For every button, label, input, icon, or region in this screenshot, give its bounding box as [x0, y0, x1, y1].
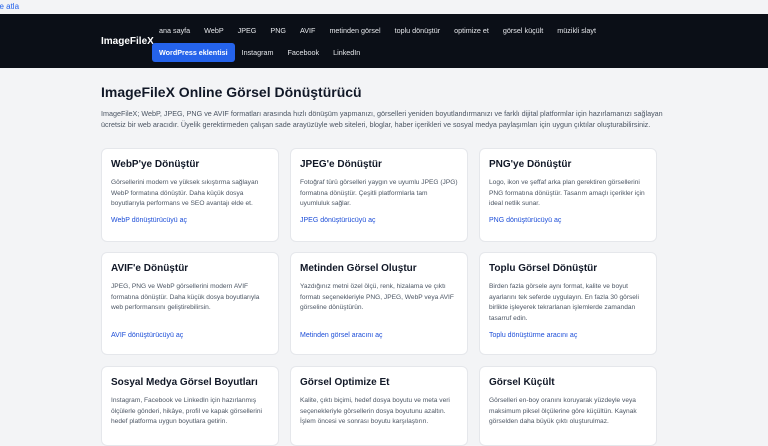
- nav-music-slideshow[interactable]: müzikli slayt: [550, 22, 603, 39]
- card-png: PNG'ye Dönüştür Logo, ikon ve şeffaf ark…: [479, 148, 657, 242]
- card-desc: Logo, ikon ve şeffaf arka plan gerektire…: [489, 179, 645, 208]
- nav-avif[interactable]: AVIF: [293, 22, 322, 39]
- card-title: Sosyal Medya Görsel Boyutları: [111, 377, 258, 388]
- card-social-sizes: Sosyal Medya Görsel Boyutları Instagram,…: [101, 366, 279, 446]
- card-text-to-image: Metinden Görsel Oluştur Yazdığınız metni…: [290, 252, 468, 355]
- card-desc: Birden fazla görsele aynı format, kalite…: [489, 283, 639, 322]
- nav-resize[interactable]: görsel küçült: [496, 22, 550, 39]
- card-batch-convert: Toplu Görsel Dönüştür Birden fazla görse…: [479, 252, 657, 355]
- card-link-avif[interactable]: AVIF dönüştürücüyü aç: [111, 332, 183, 339]
- card-title: PNG'ye Dönüştür: [489, 159, 572, 170]
- card-title: JPEG'e Dönüştür: [300, 159, 382, 170]
- card-jpeg: JPEG'e Dönüştür Fotoğraf türü görselleri…: [290, 148, 468, 242]
- secondary-nav: WordPress eklentisi Instagram Facebook L…: [152, 43, 367, 62]
- card-desc: Yazdığınız metni özel ölçü, renk, hizala…: [300, 283, 454, 312]
- nav-wordpress-plugin[interactable]: WordPress eklentisi: [152, 43, 235, 62]
- nav-facebook[interactable]: Facebook: [281, 44, 327, 61]
- nav-batch-convert[interactable]: toplu dönüştür: [388, 22, 448, 39]
- nav-home[interactable]: ana sayfa: [152, 22, 197, 39]
- card-desc: Fotoğraf türü görselleri yaygın ve uyuml…: [300, 179, 458, 208]
- card-webp: WebP'ye Dönüştür Görsellerini modern ve …: [101, 148, 279, 242]
- intro-text: ImageFileX; WebP, JPEG, PNG ve AVIF form…: [101, 109, 663, 129]
- brand-logo[interactable]: ImageFileX: [101, 36, 154, 47]
- card-title: WebP'ye Dönüştür: [111, 159, 200, 170]
- card-title: Görsel Optimize Et: [300, 377, 390, 388]
- card-title: Görsel Küçült: [489, 377, 555, 388]
- card-optimize: Görsel Optimize Et Kalite, çıktı biçimi,…: [290, 366, 468, 446]
- nav-linkedin[interactable]: LinkedIn: [326, 44, 367, 61]
- nav-instagram[interactable]: Instagram: [235, 44, 281, 61]
- skip-link[interactable]: ge atla: [0, 2, 19, 11]
- card-title: Metinden Görsel Oluştur: [300, 263, 417, 274]
- nav-png[interactable]: PNG: [263, 22, 293, 39]
- card-resize: Görsel Küçült Görselleri en-boy oranını …: [479, 366, 657, 446]
- nav-text-to-image[interactable]: metinden görsel: [322, 22, 387, 39]
- card-avif: AVIF'e Dönüştür JPEG, PNG ve WebP görsel…: [101, 252, 279, 355]
- nav-optimize[interactable]: optimize et: [447, 22, 496, 39]
- card-desc: Görsellerini modern ve yüksek sıkıştırma…: [111, 179, 259, 208]
- site-header: ImageFileX ana sayfa WebP JPEG PNG AVIF …: [0, 14, 768, 68]
- nav-webp[interactable]: WebP: [197, 22, 230, 39]
- card-link-webp[interactable]: WebP dönüştürücüyü aç: [111, 217, 187, 224]
- card-desc: Görselleri en-boy oranını koruyarak yüzd…: [489, 397, 637, 426]
- card-desc: Kalite, çıktı biçimi, hedef dosya boyutu…: [300, 397, 450, 426]
- page-title: ImageFileX Online Görsel Dönüştürücü: [101, 84, 362, 100]
- card-title: Toplu Görsel Dönüştür: [489, 263, 598, 274]
- card-title: AVIF'e Dönüştür: [111, 263, 189, 274]
- card-link-png[interactable]: PNG dönüştürücüyü aç: [489, 217, 561, 224]
- card-link-batch-convert[interactable]: Toplu dönüştürme aracını aç: [489, 332, 577, 339]
- card-link-text-to-image[interactable]: Metinden görsel aracını aç: [300, 332, 383, 339]
- nav-jpeg[interactable]: JPEG: [231, 22, 264, 39]
- card-desc: JPEG, PNG ve WebP görsellerini modern AV…: [111, 283, 260, 312]
- card-desc: Instagram, Facebook ve LinkedIn için haz…: [111, 397, 263, 426]
- main-nav: ana sayfa WebP JPEG PNG AVIF metinden gö…: [152, 22, 603, 39]
- card-link-jpeg[interactable]: JPEG dönüştürücüyü aç: [300, 217, 376, 224]
